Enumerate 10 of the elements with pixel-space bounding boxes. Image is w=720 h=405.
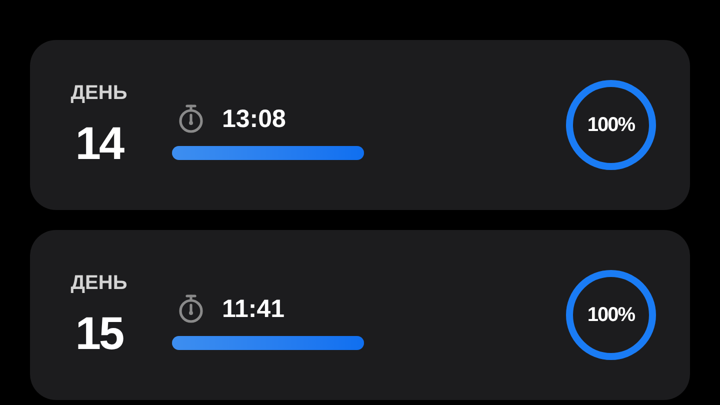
stopwatch-icon <box>178 104 204 134</box>
day-label: ДЕНЬ <box>70 271 128 295</box>
progress-percent: 100% <box>587 303 635 328</box>
elapsed-time: 11:41 <box>222 294 285 324</box>
day-label: ДЕНЬ <box>70 81 128 105</box>
day-number: 14 <box>75 117 123 169</box>
elapsed-time: 13:08 <box>222 104 286 134</box>
day-number: 15 <box>75 307 123 359</box>
progress-percent: 100% <box>587 113 635 138</box>
stopwatch-icon <box>178 294 204 324</box>
